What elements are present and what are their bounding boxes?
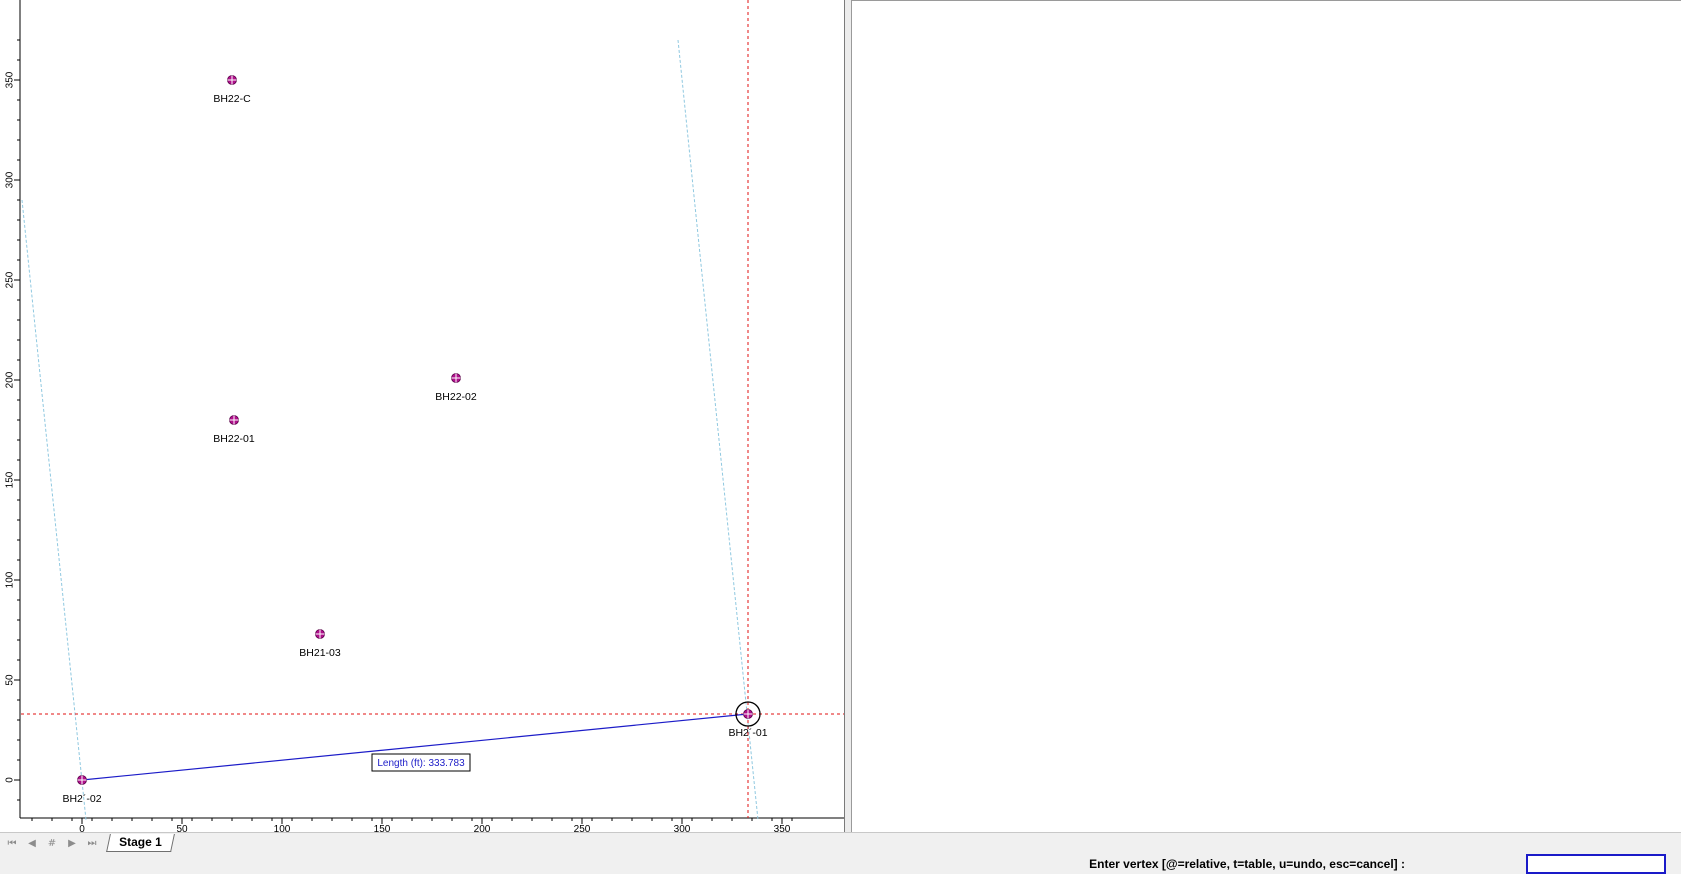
guide-line	[677, 39, 759, 821]
length-label: Length (ft): 333.783	[371, 753, 471, 772]
borehole-label: BH21-03	[299, 647, 341, 659]
tab-label: Stage 1	[119, 835, 162, 849]
borehole-label: BH22-02	[435, 391, 477, 403]
y-tick-label: 100	[5, 571, 16, 588]
borehole-point[interactable]: BH21-03	[299, 629, 341, 660]
plan-view[interactable]: 0 50 100 150 200 250 300 350 0 50 100 150 200 250 300 3…	[0, 0, 845, 835]
last-tab-icon[interactable]: ⏭	[83, 836, 101, 851]
axes: 0 50 100 150 200 250 300 350 0 50 100 150 200 250 300 3…	[5, 0, 844, 835]
guide-line	[21, 199, 87, 821]
guide-lines	[21, 39, 759, 821]
crosshair	[21, 0, 844, 818]
tab-stage-1[interactable]: Stage 1	[106, 834, 175, 852]
borehole-label: BH2´-02	[62, 793, 101, 805]
y-tick-label: 250	[5, 271, 16, 288]
borehole-point[interactable]: BH22-01	[213, 415, 255, 446]
x-tick-label: 50	[176, 824, 188, 832]
tab-bar: ⏮ ◀ # ▶ ⏭ Stage 1	[0, 832, 1681, 853]
y-tick-label: 300	[5, 171, 16, 188]
command-input[interactable]	[1526, 854, 1666, 874]
x-tick-label: 250	[574, 824, 591, 832]
borehole-label: BH2´-01	[728, 727, 767, 739]
borehole-points[interactable]: BH22-C BH22-02 BH22-01 BH21-03 BH2´-01 BH2´-0…	[62, 75, 768, 806]
length-label-text: Length (ft): 333.783	[377, 758, 465, 769]
y-tick-label: 350	[5, 71, 16, 88]
y-tick-label: 50	[5, 674, 16, 686]
prev-tab-icon[interactable]: ◀	[23, 836, 41, 851]
command-prompt: Enter vertex [@=relative, t=table, u=und…	[1089, 857, 1405, 871]
x-tick-label: 0	[79, 824, 85, 832]
x-tick-label: 300	[674, 824, 691, 832]
hash-icon[interactable]: #	[43, 836, 61, 851]
x-tick-label: 150	[374, 824, 391, 832]
x-tick-label: 350	[774, 824, 791, 832]
section-view[interactable]	[851, 0, 1681, 832]
y-tick-label: 200	[5, 371, 16, 388]
first-tab-icon[interactable]: ⏮	[3, 836, 21, 851]
borehole-point[interactable]: BH22-C	[213, 75, 251, 106]
borehole-point[interactable]: BH2´-02	[62, 775, 102, 806]
plot-canvas[interactable]: 0 50 100 150 200 250 300 350 0 50 100 150 200 250 300 3…	[0, 0, 844, 835]
status-bar: Enter vertex [@=relative, t=table, u=und…	[0, 852, 1681, 874]
y-tick-label: 150	[5, 471, 16, 488]
next-tab-icon[interactable]: ▶	[63, 836, 81, 851]
y-tick-label: 0	[5, 777, 16, 783]
borehole-label: BH22-01	[213, 433, 255, 445]
x-tick-label: 100	[274, 824, 291, 832]
borehole-point[interactable]: BH22-02	[435, 373, 477, 404]
x-tick-label: 200	[474, 824, 491, 832]
borehole-label: BH22-C	[213, 93, 251, 105]
